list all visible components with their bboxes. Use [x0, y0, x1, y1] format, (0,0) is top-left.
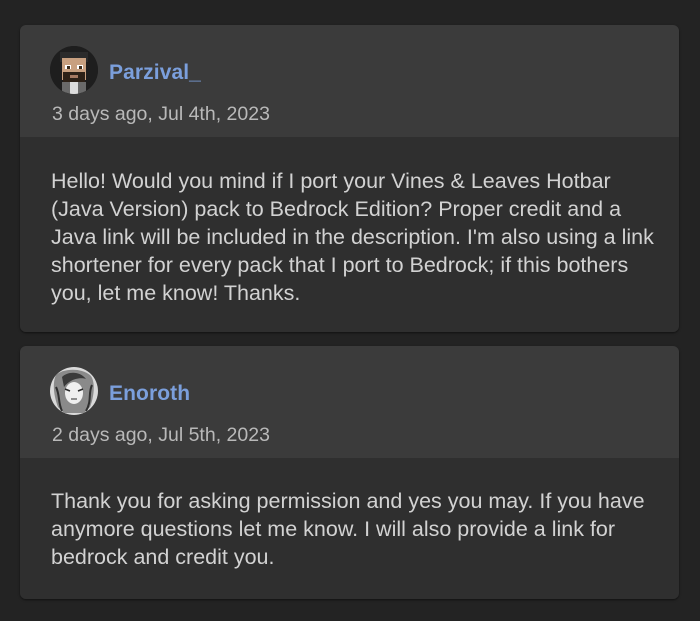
comment-text: Thank you for asking permission and yes …: [51, 489, 645, 569]
comment-header: Enoroth 2 days ago, Jul 5th, 2023: [20, 346, 679, 458]
comment-text: Hello! Would you mind if I port your Vin…: [51, 169, 654, 305]
comment-card: Parzival_ 3 days ago, Jul 4th, 2023 Hell…: [20, 25, 679, 332]
comment-body: Thank you for asking permission and yes …: [20, 458, 679, 599]
username[interactable]: Parzival_: [109, 61, 201, 85]
comments-page: Parzival_ 3 days ago, Jul 4th, 2023 Hell…: [0, 0, 700, 621]
sketch-portrait-avatar-icon[interactable]: [50, 367, 98, 415]
comment-body: Hello! Would you mind if I port your Vin…: [20, 137, 679, 332]
timestamp: 3 days ago, Jul 4th, 2023: [52, 103, 270, 125]
username[interactable]: Enoroth: [109, 382, 190, 406]
pixel-skin-avatar-icon[interactable]: [50, 46, 98, 94]
comment-header: Parzival_ 3 days ago, Jul 4th, 2023: [20, 25, 679, 137]
timestamp: 2 days ago, Jul 5th, 2023: [52, 424, 270, 446]
comment-card: Enoroth 2 days ago, Jul 5th, 2023 Thank …: [20, 346, 679, 599]
